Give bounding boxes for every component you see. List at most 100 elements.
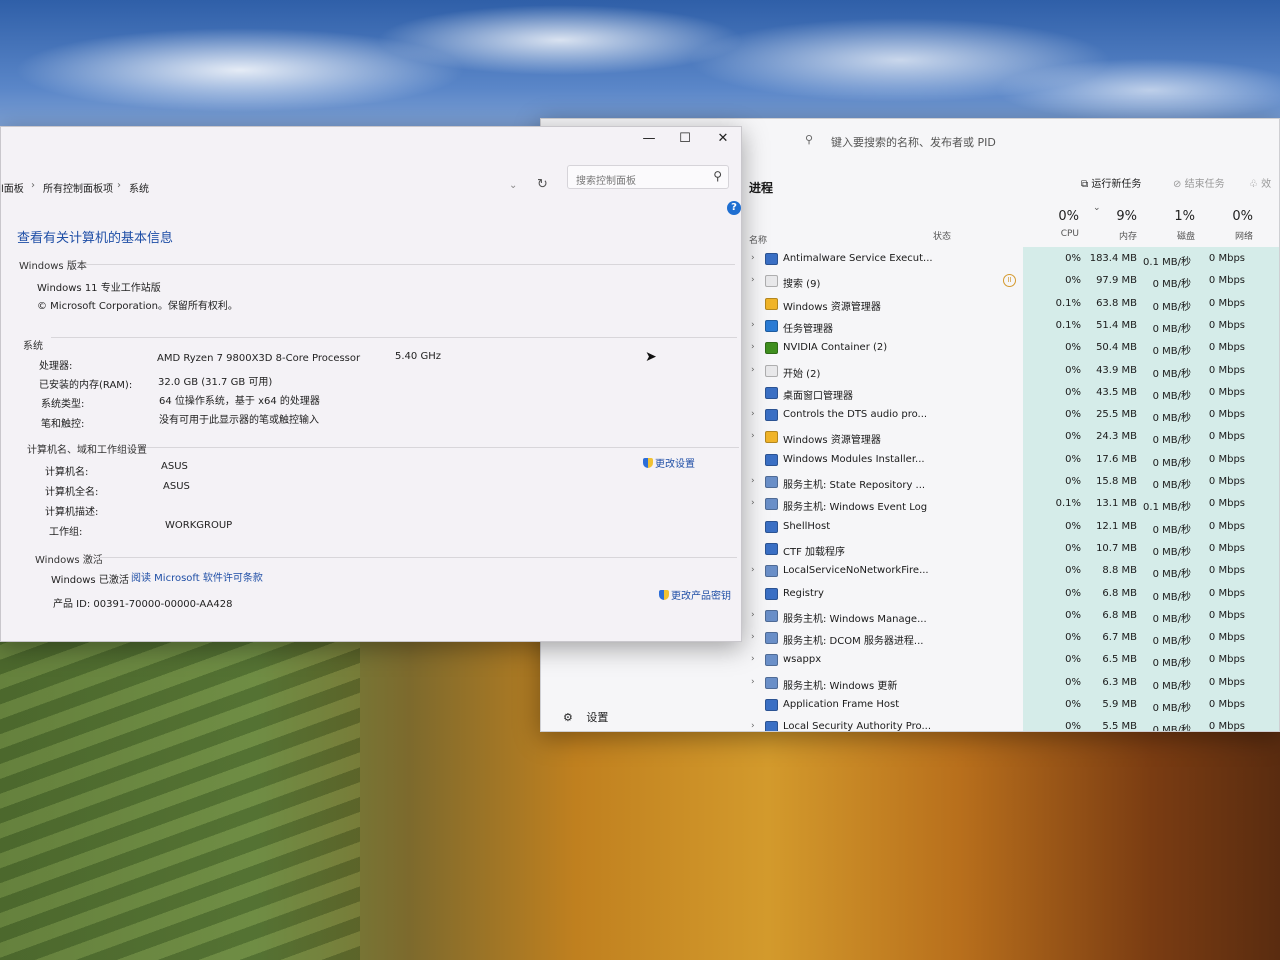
help-icon[interactable]: ? [727,201,741,215]
expand-chevron-icon[interactable]: › [751,677,755,687]
search-icon[interactable]: ⚲ [713,169,722,183]
disk-column-header[interactable]: 磁盘 [1155,229,1195,242]
license-terms-link[interactable]: 阅读 Microsoft 软件许可条款 [131,569,263,584]
process-row[interactable]: › 服务主机: State Repository ... 0% 15.8 MB 0 MB… [741,472,1279,494]
expand-chevron-icon[interactable]: › [751,253,755,263]
process-row[interactable]: › 服务主机: Windows Event Log 0.1% 13.1 MB 0.1 M… [741,494,1279,516]
process-name: 开始 (2) [783,368,821,380]
process-name: 服务主机: Windows Manage... [783,613,927,625]
expand-chevron-icon[interactable]: › [751,498,755,508]
expand-chevron-icon[interactable]: › [751,476,755,486]
process-row[interactable]: Windows Modules Installer... 0% 17.6 MB 0 M… [741,450,1279,472]
process-memory: 63.8 MB [1096,297,1137,309]
process-cpu: 0% [1065,587,1081,599]
run-new-task-button[interactable]: ⧉ 运行新任务 [1081,175,1141,190]
end-task-button[interactable]: ⊘ 结束任务 [1173,175,1225,190]
expand-chevron-icon[interactable]: › [751,610,755,620]
maximize-button[interactable]: ☐ [671,129,699,149]
process-icon [765,498,778,511]
expand-chevron-icon[interactable]: › [751,320,755,330]
process-disk: 0.1 MB/秒 [1143,502,1191,514]
process-row[interactable]: › 开始 (2) 0% 43.9 MB 0 MB/秒 0 Mbps [741,361,1279,383]
expand-chevron-icon[interactable]: › [751,654,755,664]
change-product-key-link[interactable]: 更改产品密钥 [659,587,731,602]
address-dropdown-icon[interactable]: ⌄ [509,180,517,191]
breadcrumb-control-panel[interactable]: l面板 [1,180,24,195]
process-network: 0 Mbps [1208,676,1245,688]
process-row[interactable]: › 任务管理器 0.1% 51.4 MB 0 MB/秒 0 Mbps [741,316,1279,338]
change-settings-link[interactable]: 更改设置 [643,455,695,470]
process-row[interactable]: 桌面窗口管理器 0% 43.5 MB 0 MB/秒 0 Mbps [741,383,1279,405]
expand-chevron-icon[interactable]: › [751,431,755,441]
mouse-pointer-icon: ➤ [645,349,657,365]
process-icon [765,386,778,399]
process-icon [765,721,778,731]
workgroup-value: WORKGROUP [165,520,233,531]
process-search-box[interactable]: ⚲ 键入要搜索的名称、发布者或 PID [797,131,1157,151]
refresh-icon[interactable]: ↻ [537,177,548,192]
cpu-column-header[interactable]: CPU [1039,229,1079,239]
process-row[interactable]: › 服务主机: DCOM 服务器进程... 0% 6.7 MB 0 MB/秒 0 Mbps [741,628,1279,650]
process-row[interactable]: › wsappx 0% 6.5 MB 0 MB/秒 0 Mbps [741,650,1279,672]
expand-chevron-icon[interactable]: › [751,632,755,642]
efficiency-mode-button[interactable]: ♧ 效 [1249,175,1271,190]
memory-total-percent[interactable]: 9% [1097,209,1137,224]
network-total-percent[interactable]: 0% [1213,209,1253,224]
control-panel-search[interactable]: 搜索控制面板 ⚲ [567,165,729,189]
page-title: 查看有关计算机的基本信息 [17,231,174,246]
breadcrumb-all-items[interactable]: 所有控制面板项 [43,180,113,195]
process-row[interactable]: CTF 加载程序 0% 10.7 MB 0 MB/秒 0 Mbps [741,539,1279,561]
process-row[interactable]: Application Frame Host 0% 5.9 MB 0 MB/秒 0 Mb… [741,695,1279,717]
process-network: 0 Mbps [1208,364,1245,376]
process-cpu: 0% [1065,453,1081,465]
computer-name-value: ASUS [161,461,188,472]
process-row[interactable]: Registry 0% 6.8 MB 0 MB/秒 0 Mbps [741,584,1279,606]
full-computer-name-value: ASUS [163,481,190,492]
ram-label: 已安装的内存(RAM): [39,380,133,391]
process-row[interactable]: › Local Security Authority Pro... 0% 5.5 MB… [741,717,1279,731]
process-row[interactable]: ShellHost 0% 12.1 MB 0 MB/秒 0 Mbps [741,517,1279,539]
process-cpu: 0% [1065,386,1081,398]
process-name: Controls the DTS audio pro... [783,409,928,421]
process-row[interactable]: › Windows 资源管理器 0% 24.3 MB 0 MB/秒 0 Mbps [741,427,1279,449]
process-icon [765,520,778,533]
process-row[interactable]: › Controls the DTS audio pro... 0% 25.5 MB 0… [741,405,1279,427]
process-row[interactable]: › 服务主机: Windows 更新 0% 6.3 MB 0 MB/秒 0 Mbps [741,673,1279,695]
process-row[interactable]: › Antimalware Service Execut... 0% 183.4 MB… [741,249,1279,271]
leaf-icon: ♧ [1249,179,1258,190]
minimize-button[interactable]: — [635,129,663,149]
network-column-header[interactable]: 网络 [1213,229,1253,242]
process-row[interactable]: › LocalServiceNoNetworkFire... 0% 8.8 MB 0 M… [741,561,1279,583]
expand-chevron-icon[interactable]: › [751,721,755,731]
column-name-header[interactable]: 名称 [749,233,767,246]
process-cpu: 0.1% [1055,498,1081,510]
process-row[interactable]: Windows 资源管理器 0.1% 63.8 MB 0 MB/秒 0 Mbps [741,294,1279,316]
process-disk: 0 MB/秒 [1152,390,1191,402]
process-memory: 12.1 MB [1096,520,1137,532]
expand-chevron-icon[interactable]: › [751,342,755,352]
process-cpu: 0% [1065,699,1081,710]
close-button[interactable]: ✕ [709,129,737,149]
breadcrumb: l面板 › 所有控制面板项 › 系统 ⌄ ↻ [1,175,561,199]
uac-shield-icon [643,458,653,468]
breadcrumb-system[interactable]: 系统 [129,180,149,195]
expand-chevron-icon[interactable]: › [751,409,755,419]
process-row[interactable]: › 服务主机: Windows Manage... 0% 6.8 MB 0 MB/秒 0 … [741,606,1279,628]
title-bar[interactable]: — ☐ ✕ [1,127,741,153]
system-control-panel-window: — ☐ ✕ l面板 › 所有控制面板项 › 系统 ⌄ ↻ 搜索控制面板 ⚲ ? … [0,126,742,642]
ram-value: 32.0 GB (31.7 GB 可用) [158,377,273,388]
process-network: 0 Mbps [1208,319,1245,331]
process-row[interactable]: › 搜索 (9) II 0% 97.9 MB 0 MB/秒 0 Mbps [741,271,1279,293]
process-disk: 0 MB/秒 [1152,279,1191,291]
process-row[interactable]: › NVIDIA Container (2) 0% 50.4 MB 0 MB/秒 0 Mb… [741,338,1279,360]
edition-name: Windows 11 专业工作站版 [37,283,161,294]
expand-chevron-icon[interactable]: › [751,565,755,575]
expand-chevron-icon[interactable]: › [751,275,755,285]
process-network: 0 Mbps [1208,409,1245,421]
disk-total-percent[interactable]: 1% [1155,209,1195,224]
cpu-total-percent[interactable]: 0% [1039,209,1079,224]
settings-button[interactable]: ⚙ 设置 [563,709,608,725]
memory-column-header[interactable]: 内存 [1097,229,1137,242]
column-status-header[interactable]: 状态 [933,229,951,242]
expand-chevron-icon[interactable]: › [751,365,755,375]
